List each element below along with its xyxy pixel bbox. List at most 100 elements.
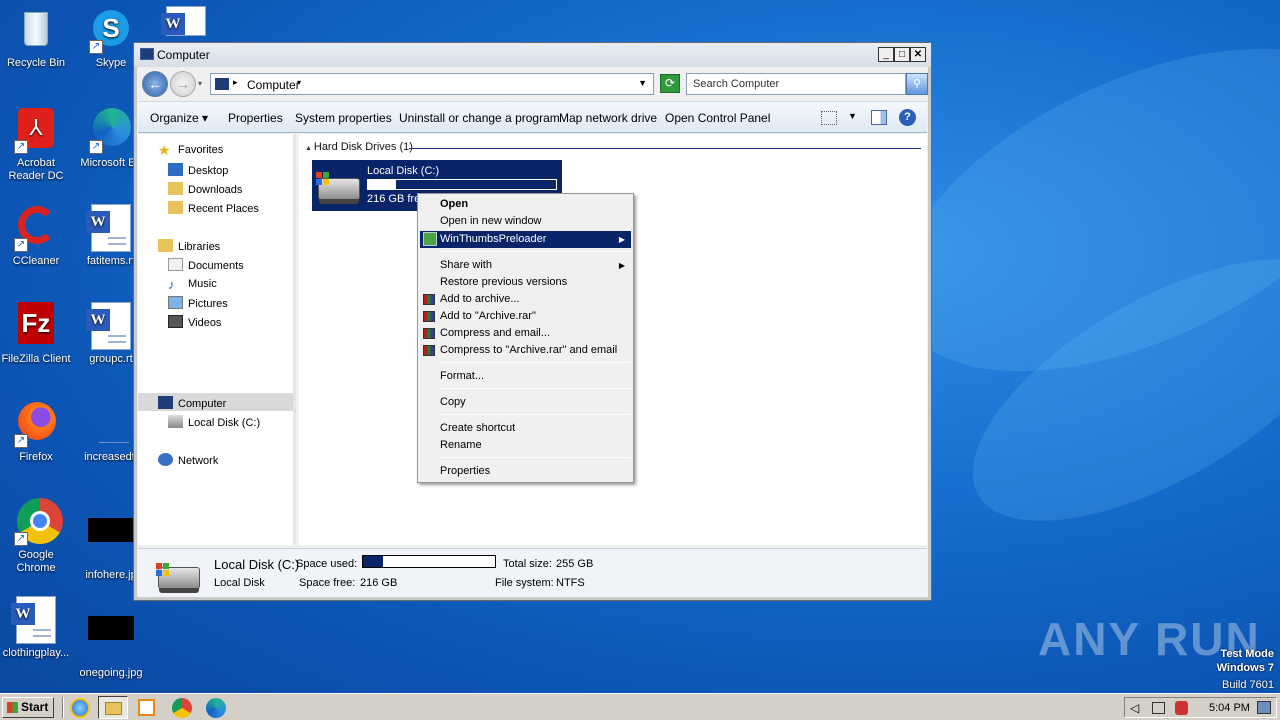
menu-item-open-new-window[interactable]: Open in new window — [420, 213, 631, 230]
menu-separator — [438, 251, 630, 252]
menu-item-format[interactable]: Format... — [420, 368, 631, 385]
nav-item-favorites[interactable]: ★ Favorites — [158, 143, 223, 157]
desktop-icon-label: FileZilla Client — [1, 353, 71, 365]
open-control-panel-button[interactable]: Open Control Panel — [665, 111, 770, 125]
clock[interactable]: 5:04 PM — [1209, 702, 1250, 714]
desktop-icon-label: Google — [18, 549, 54, 561]
desktop-icon-label: Chrome — [16, 562, 56, 574]
address-dropdown-icon[interactable]: ▼ — [638, 78, 647, 88]
nav-item-desktop[interactable]: Desktop — [168, 163, 228, 177]
desktop-icon-label: Reader DC — [8, 170, 64, 182]
change-view-icon[interactable] — [821, 111, 837, 125]
file-system-label: File system: — [495, 577, 554, 589]
title-bar[interactable]: Computer _ □ ✕ — [134, 43, 931, 67]
desktop-icon-ccleaner[interactable]: ↗ CCleaner — [0, 204, 76, 268]
desktop-icon-filezilla[interactable]: Fz FileZilla Client — [0, 302, 76, 366]
nav-item-libraries[interactable]: Libraries — [158, 239, 220, 253]
desktop-icon-recycle-bin[interactable]: Recycle Bin — [0, 6, 76, 70]
nav-item-computer[interactable]: Computer — [158, 396, 226, 410]
menu-item-add-to-archive[interactable]: Add to archive... — [420, 291, 631, 308]
start-button[interactable]: Start — [2, 697, 54, 718]
chevron-right-icon[interactable]: ▸ — [233, 77, 238, 88]
map-network-drive-button[interactable]: Map network drive — [559, 111, 657, 125]
space-free-label: Space free: — [299, 577, 356, 589]
menu-separator — [438, 362, 630, 363]
security-tray-icon[interactable] — [1175, 701, 1188, 715]
close-button[interactable]: ✕ — [910, 47, 926, 62]
desktop-icon-word-doc[interactable]: W — [146, 6, 226, 36]
menu-item-rename[interactable]: Rename — [420, 437, 631, 454]
nav-item-pictures[interactable]: Pictures — [168, 296, 228, 310]
edge-icon[interactable] — [206, 698, 226, 718]
collapse-arrow-icon[interactable]: ▲ — [305, 145, 314, 152]
recent-pages-dropdown[interactable]: ▾ — [198, 79, 202, 88]
nav-item-videos[interactable]: Videos — [168, 315, 221, 329]
group-header-hard-disk-drives[interactable]: ▲ Hard Disk Drives (1) — [305, 141, 921, 153]
space-used-label: Space used: — [296, 558, 358, 570]
network-tray-icon[interactable] — [1152, 702, 1165, 714]
drive-name: Local Disk (C:) — [367, 165, 440, 177]
menu-item-share-with[interactable]: Share with ▶ — [420, 257, 631, 274]
word-document-icon: W — [86, 204, 131, 252]
preview-pane-icon[interactable] — [871, 110, 887, 125]
file-system-value: NTFS — [556, 577, 585, 589]
chrome-icon[interactable] — [172, 698, 192, 718]
word-document-icon: W — [86, 302, 131, 350]
menu-item-compress-and-email[interactable]: Compress and email... — [420, 325, 631, 342]
window-title: Computer — [157, 48, 210, 62]
image-file-icon — [87, 616, 135, 664]
chevron-down-icon[interactable]: ▾ — [297, 78, 301, 87]
menu-separator — [438, 388, 630, 389]
organize-button[interactable]: Organize ▾ — [150, 111, 208, 125]
desktop-icon-label: Recycle Bin — [6, 57, 66, 69]
pictures-icon — [168, 296, 183, 309]
system-properties-button[interactable]: System properties — [295, 111, 392, 125]
taskbar-divider — [62, 697, 64, 718]
address-text[interactable]: Computer — [247, 78, 300, 92]
address-box[interactable]: ▸ Computer ▾ ▼ — [210, 73, 654, 95]
winthumbs-icon — [423, 232, 437, 246]
nav-item-local-disk[interactable]: Local Disk (C:) — [168, 415, 260, 429]
forward-button[interactable]: → — [170, 71, 196, 97]
search-icon[interactable]: ⚲ — [906, 73, 928, 95]
menu-item-compress-rar-and-email[interactable]: Compress to "Archive.rar" and email — [420, 342, 631, 359]
desktop-icon-chrome[interactable]: ↗ Google Chrome — [0, 498, 76, 575]
back-button[interactable]: ← — [142, 71, 168, 97]
show-desktop-icon[interactable] — [1257, 701, 1271, 714]
view-dropdown-icon[interactable]: ▼ — [848, 111, 857, 121]
desktop-icon-clothingplay[interactable]: W clothingplay... — [0, 596, 76, 660]
desktop-icon-onegoing[interactable]: onegoing.jpg — [71, 596, 151, 680]
uninstall-program-button[interactable]: Uninstall or change a program — [399, 111, 560, 125]
nav-item-network[interactable]: Network — [158, 453, 218, 467]
nav-item-recent-places[interactable]: Recent Places — [168, 201, 259, 215]
desktop-icon-firefox[interactable]: ↗ Firefox — [0, 400, 76, 464]
menu-item-properties[interactable]: Properties — [420, 463, 631, 480]
filezilla-icon: Fz — [12, 302, 60, 350]
search-input[interactable]: Search Computer — [686, 73, 906, 95]
windows-version-text: Windows 7 — [1216, 662, 1274, 674]
menu-item-create-shortcut[interactable]: Create shortcut — [420, 420, 631, 437]
maximize-button[interactable]: □ — [894, 47, 910, 62]
nav-item-music[interactable]: ♪ Music — [168, 277, 217, 292]
help-icon[interactable]: ? — [899, 109, 916, 126]
total-size-value: 255 GB — [556, 558, 594, 570]
build-text: Build 7601 — [1222, 679, 1274, 691]
properties-button[interactable]: Properties — [228, 111, 283, 125]
menu-item-winthumbspreloader[interactable]: WinThumbsPreloader ▶ — [420, 231, 631, 248]
context-menu[interactable]: Open Open in new window WinThumbsPreload… — [417, 193, 634, 483]
minimize-button[interactable]: _ — [878, 47, 894, 62]
volume-icon[interactable]: ◁ — [1130, 701, 1139, 715]
explorer-taskbar-button[interactable] — [98, 696, 128, 719]
internet-explorer-icon[interactable] — [70, 698, 90, 718]
menu-item-open[interactable]: Open — [420, 196, 631, 213]
refresh-button[interactable]: ⟳ — [660, 74, 680, 93]
desktop-folder-icon — [168, 163, 183, 176]
nav-item-downloads[interactable]: Downloads — [168, 182, 242, 196]
media-player-icon[interactable] — [138, 699, 155, 716]
menu-item-add-to-archive-rar[interactable]: Add to "Archive.rar" — [420, 308, 631, 325]
recycle-bin-icon — [12, 6, 60, 54]
menu-item-restore-previous-versions[interactable]: Restore previous versions — [420, 274, 631, 291]
nav-item-documents[interactable]: Documents — [168, 258, 244, 272]
menu-item-copy[interactable]: Copy — [420, 394, 631, 411]
desktop-icon-acrobat[interactable]: ⅄ ↗ Acrobat Reader DC — [0, 106, 76, 183]
